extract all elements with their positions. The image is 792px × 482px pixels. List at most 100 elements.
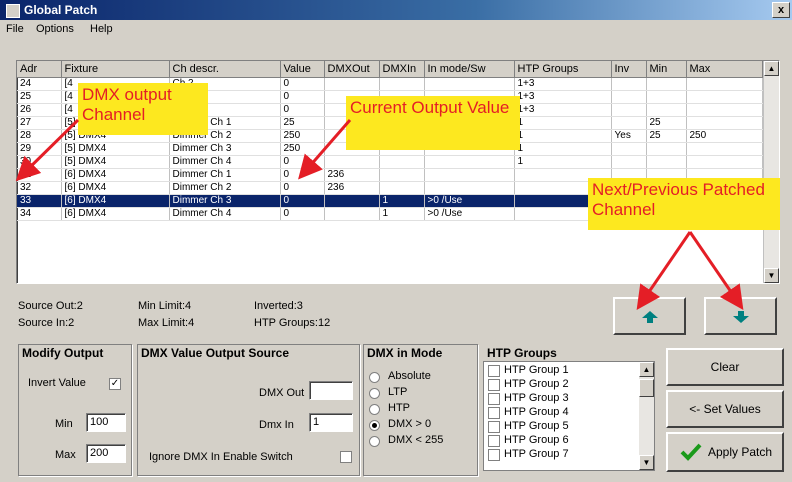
table-cell — [324, 155, 380, 169]
table-row[interactable]: 30 [5] DMX4 Dimmer Ch 40 1 — [17, 155, 763, 169]
table-cell: 30 — [17, 155, 62, 169]
table-cell: 0 — [280, 155, 325, 169]
htp-group-item[interactable]: HTP Group 5 — [488, 420, 636, 434]
column-header[interactable]: DMXIn — [379, 61, 425, 78]
ignore-dmx-label: Ignore DMX In Enable Switch — [149, 451, 293, 463]
table-cell — [611, 116, 647, 130]
htp-group-item[interactable]: HTP Group 4 — [488, 406, 636, 420]
htp-group-checkbox[interactable] — [488, 449, 500, 461]
dmx-out-input[interactable] — [309, 381, 353, 400]
column-header[interactable]: Min — [646, 61, 687, 78]
table-cell: Dimmer Ch 4 — [169, 155, 281, 169]
table-cell: 33 — [17, 194, 62, 208]
dmx-mode-radio[interactable] — [369, 436, 380, 447]
table-cell — [424, 77, 515, 91]
table-cell: 27 — [17, 116, 62, 130]
dmx-mode-label: DMX < 255 — [388, 434, 444, 446]
menu-file[interactable]: File — [6, 23, 24, 35]
modify-output-title: Modify Output — [22, 346, 104, 360]
htp-groups-list[interactable]: HTP Group 1 HTP Group 2 HTP Group 3 HTP Gro… — [483, 361, 655, 471]
column-header[interactable]: Fixture — [61, 61, 170, 78]
table-cell: 1 — [514, 129, 612, 143]
menu-bar: File Options Help — [0, 20, 792, 38]
table-cell: 1+3 — [514, 90, 612, 104]
scroll-up-icon[interactable]: ▲ — [764, 61, 779, 76]
clear-button[interactable]: Clear — [666, 348, 784, 386]
table-cell: 1 — [514, 116, 612, 130]
table-cell — [686, 90, 763, 104]
htp-group-checkbox[interactable] — [488, 365, 500, 377]
table-cell — [379, 77, 425, 91]
htp-group-checkbox[interactable] — [488, 421, 500, 433]
htp-group-checkbox[interactable] — [488, 435, 500, 447]
dmx-out-label: DMX Out — [259, 387, 305, 399]
table-cell: 25 — [280, 116, 325, 130]
table-cell: 24 — [17, 77, 62, 91]
htp-group-item[interactable]: HTP Group 1 — [488, 364, 636, 378]
column-header[interactable]: In mode/Sw — [424, 61, 515, 78]
table-cell — [686, 155, 763, 169]
htp-group-label: HTP Group 4 — [504, 406, 569, 418]
menu-options[interactable]: Options — [36, 23, 74, 35]
max-input[interactable]: 200 — [86, 444, 126, 463]
table-cell — [686, 103, 763, 117]
htp-group-label: HTP Group 2 — [504, 378, 569, 390]
dmx-mode-radio[interactable] — [369, 404, 380, 415]
htp-list-scrollbar[interactable]: ▲ ▼ — [639, 362, 654, 470]
close-button[interactable]: x — [772, 2, 790, 18]
menu-help[interactable]: Help — [90, 23, 113, 35]
column-header[interactable]: DMXOut — [324, 61, 380, 78]
invert-value-label: Invert Value — [28, 377, 86, 389]
scroll-down-icon[interactable]: ▼ — [764, 268, 779, 283]
previous-channel-button[interactable] — [613, 297, 686, 335]
dmx-mode-radio[interactable] — [369, 420, 380, 431]
invert-value-checkbox[interactable]: ✓ — [109, 378, 121, 390]
column-header[interactable]: Inv — [611, 61, 647, 78]
dmx-in-input[interactable]: 1 — [309, 413, 353, 432]
table-cell: [5] DMX4 — [61, 155, 170, 169]
table-cell: 236 — [324, 181, 380, 195]
column-header[interactable]: Max — [686, 61, 763, 78]
htp-scroll-up-icon[interactable]: ▲ — [639, 362, 654, 377]
table-cell: 250 — [280, 129, 325, 143]
table-cell: 1+3 — [514, 77, 612, 91]
table-cell — [686, 116, 763, 130]
table-cell — [646, 103, 687, 117]
table-cell: 34 — [17, 207, 62, 221]
table-cell — [611, 77, 647, 91]
window-title: Global Patch — [24, 3, 98, 17]
set-values-button[interactable]: <- Set Values — [666, 390, 784, 428]
source-in: Source In:2 — [18, 317, 75, 329]
column-header[interactable]: Ch descr. — [169, 61, 281, 78]
apply-patch-button[interactable]: Apply Patch — [666, 432, 784, 472]
htp-group-checkbox[interactable] — [488, 407, 500, 419]
htp-group-checkbox[interactable] — [488, 393, 500, 405]
grid-scrollbar[interactable]: ▲ ▼ — [763, 61, 779, 283]
min-label: Min — [55, 418, 73, 430]
table-cell: 0 — [280, 194, 325, 208]
column-header[interactable]: Adr — [17, 61, 62, 78]
htp-group-item[interactable]: HTP Group 7 — [488, 448, 636, 462]
dmx-mode-label: Absolute — [388, 370, 431, 382]
column-header[interactable]: Value — [280, 61, 325, 78]
htp-group-checkbox[interactable] — [488, 379, 500, 391]
arrow-up-icon — [642, 311, 658, 323]
dmx-mode-radio[interactable] — [369, 388, 380, 399]
htp-group-item[interactable]: HTP Group 3 — [488, 392, 636, 406]
htp-scroll-down-icon[interactable]: ▼ — [639, 455, 654, 470]
table-cell — [611, 142, 647, 156]
dmx-mode-radio[interactable] — [369, 372, 380, 383]
min-input[interactable]: 100 — [86, 413, 126, 432]
htp-group-item[interactable]: HTP Group 2 — [488, 378, 636, 392]
max-label: Max — [55, 449, 76, 461]
table-cell: 25 — [646, 129, 687, 143]
htp-scroll-thumb[interactable] — [639, 379, 654, 397]
app-icon — [6, 4, 20, 18]
htp-group-item[interactable]: HTP Group 6 — [488, 434, 636, 448]
table-cell: 32 — [17, 181, 62, 195]
column-header[interactable]: HTP Groups — [514, 61, 612, 78]
next-channel-button[interactable] — [704, 297, 777, 335]
table-cell: [6] DMX4 — [61, 168, 170, 182]
table-cell — [379, 155, 425, 169]
ignore-dmx-checkbox[interactable] — [340, 451, 352, 463]
